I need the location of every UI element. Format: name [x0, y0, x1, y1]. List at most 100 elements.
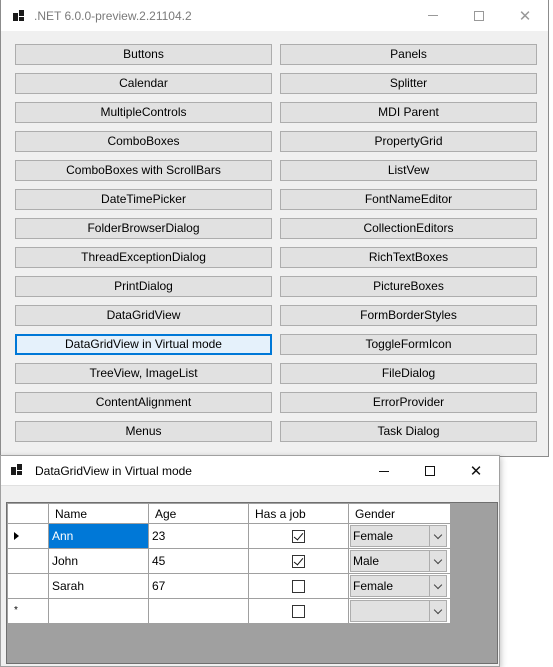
- richtextboxes-button[interactable]: RichTextBoxes: [280, 247, 537, 268]
- calendar-button[interactable]: Calendar: [15, 73, 272, 94]
- new-row: *: [7, 598, 451, 624]
- checkmark-icon: [293, 529, 304, 541]
- main-window-title: .NET 6.0.0-preview.2.21104.2: [34, 9, 192, 23]
- table-row: Sarah 67 Female: [7, 573, 451, 599]
- splitter-button[interactable]: Splitter: [280, 73, 537, 94]
- gender-value: Female: [353, 529, 394, 543]
- buttons-button[interactable]: Buttons: [15, 44, 272, 65]
- current-row-arrow-icon: [14, 532, 19, 540]
- has-job-checkbox[interactable]: [292, 579, 305, 593]
- cell-name[interactable]: Sarah: [48, 573, 149, 599]
- propertygrid-button[interactable]: PropertyGrid: [280, 131, 537, 152]
- cell-gender[interactable]: Male: [348, 548, 451, 574]
- contentalignment-button[interactable]: ContentAlignment: [15, 392, 272, 413]
- row-header[interactable]: [7, 548, 49, 574]
- chevron-down-icon: [433, 555, 443, 564]
- cell-has-job[interactable]: [248, 573, 349, 599]
- cell-name[interactable]: John: [48, 548, 149, 574]
- filedialog-button[interactable]: FileDialog: [280, 363, 537, 384]
- cell-has-job[interactable]: [248, 548, 349, 574]
- cell-age[interactable]: 23: [148, 523, 249, 549]
- header-row: Name Age Has a job Gender: [7, 503, 451, 524]
- has-job-checkbox[interactable]: [292, 529, 305, 543]
- minimize-icon: [428, 15, 438, 16]
- maximize-button[interactable]: [456, 0, 502, 31]
- app-icon: [11, 464, 22, 475]
- main-titlebar[interactable]: .NET 6.0.0-preview.2.21104.2 ✕: [1, 0, 548, 31]
- row-header[interactable]: [7, 523, 49, 549]
- child-titlebar[interactable]: DataGridView in Virtual mode ✕: [1, 456, 499, 486]
- cell-age[interactable]: 67: [148, 573, 249, 599]
- main-window: .NET 6.0.0-preview.2.21104.2 ✕ Buttons Ca…: [0, 0, 549, 457]
- dropdown-button[interactable]: [429, 601, 446, 621]
- column-header-has-job[interactable]: Has a job: [248, 503, 349, 524]
- printdialog-button[interactable]: PrintDialog: [15, 276, 272, 297]
- mdi-parent-button[interactable]: MDI Parent: [280, 102, 537, 123]
- chevron-down-icon: [433, 605, 443, 614]
- task-dialog-button[interactable]: Task Dialog: [280, 421, 537, 442]
- column-header-name[interactable]: Name: [48, 503, 149, 524]
- multiplecontrols-button[interactable]: MultipleControls: [15, 102, 272, 123]
- maximize-button[interactable]: [407, 456, 453, 486]
- close-icon: ✕: [518, 6, 532, 25]
- gender-combobox[interactable]: Male: [350, 550, 447, 572]
- threadexceptiondialog-button[interactable]: ThreadExceptionDialog: [15, 247, 272, 268]
- dropdown-button[interactable]: [429, 576, 446, 596]
- app-icon: [13, 10, 24, 21]
- has-job-checkbox[interactable]: [292, 554, 305, 568]
- cell-has-job[interactable]: [248, 523, 349, 549]
- cell-gender[interactable]: Female: [348, 523, 451, 549]
- datetimepicker-button[interactable]: DateTimePicker: [15, 189, 272, 210]
- maximize-icon: [425, 466, 435, 476]
- gender-combobox[interactable]: [350, 600, 447, 622]
- minimize-button[interactable]: [410, 0, 456, 31]
- folderbrowserdialog-button[interactable]: FolderBrowserDialog: [15, 218, 272, 239]
- column-header-age[interactable]: Age: [148, 503, 249, 524]
- new-row-asterisk-icon: *: [14, 605, 18, 616]
- row-header[interactable]: *: [7, 598, 49, 624]
- formborderstyles-button[interactable]: FormBorderStyles: [280, 305, 537, 326]
- comboboxes-button[interactable]: ComboBoxes: [15, 131, 272, 152]
- panels-button[interactable]: Panels: [280, 44, 537, 65]
- datagridview-in-virtual-mode-button[interactable]: DataGridView in Virtual mode: [15, 334, 272, 355]
- toggleformicon-button[interactable]: ToggleFormIcon: [280, 334, 537, 355]
- cell-gender[interactable]: [348, 598, 451, 624]
- cell-name[interactable]: Ann: [48, 523, 149, 549]
- gender-value: Male: [353, 554, 380, 568]
- column-header-gender[interactable]: Gender: [348, 503, 451, 524]
- errorprovider-button[interactable]: ErrorProvider: [280, 392, 537, 413]
- minimize-icon: [379, 470, 389, 472]
- gender-combobox[interactable]: Female: [350, 525, 447, 547]
- collectioneditors-button[interactable]: CollectionEditors: [280, 218, 537, 239]
- data-grid-view[interactable]: Name Age Has a job Gender Ann 23 Female …: [6, 502, 498, 664]
- cell-gender[interactable]: Female: [348, 573, 451, 599]
- cell-name[interactable]: [48, 598, 149, 624]
- cell-age[interactable]: 45: [148, 548, 249, 574]
- dropdown-button[interactable]: [429, 526, 446, 546]
- datagridview-button[interactable]: DataGridView: [15, 305, 272, 326]
- minimize-button[interactable]: [361, 456, 407, 486]
- close-button[interactable]: ✕: [502, 0, 548, 31]
- maximize-icon: [474, 10, 484, 21]
- listvew-button[interactable]: ListVew: [280, 160, 537, 181]
- chevron-down-icon: [433, 530, 443, 539]
- checkmark-icon: [293, 554, 304, 566]
- dropdown-button[interactable]: [429, 551, 446, 571]
- pictureboxes-button[interactable]: PictureBoxes: [280, 276, 537, 297]
- cell-has-job[interactable]: [248, 598, 349, 624]
- fontnameeditor-button[interactable]: FontNameEditor: [280, 189, 537, 210]
- top-left-header-cell[interactable]: [7, 503, 49, 524]
- table-row: John 45 Male: [7, 548, 451, 574]
- row-header[interactable]: [7, 573, 49, 599]
- treeview-imagelist-button[interactable]: TreeView, ImageList: [15, 363, 272, 384]
- child-window: DataGridView in Virtual mode ✕ Name Age …: [0, 455, 500, 667]
- table-row: Ann 23 Female: [7, 523, 451, 549]
- data-grid: Name Age Has a job Gender Ann 23 Female …: [7, 503, 451, 624]
- comboboxes-with-scrollbars-button[interactable]: ComboBoxes with ScrollBars: [15, 160, 272, 181]
- close-icon: ✕: [469, 462, 483, 480]
- cell-age[interactable]: [148, 598, 249, 624]
- close-button[interactable]: ✕: [453, 456, 499, 486]
- gender-combobox[interactable]: Female: [350, 575, 447, 597]
- has-job-checkbox[interactable]: [292, 604, 305, 618]
- menus-button[interactable]: Menus: [15, 421, 272, 442]
